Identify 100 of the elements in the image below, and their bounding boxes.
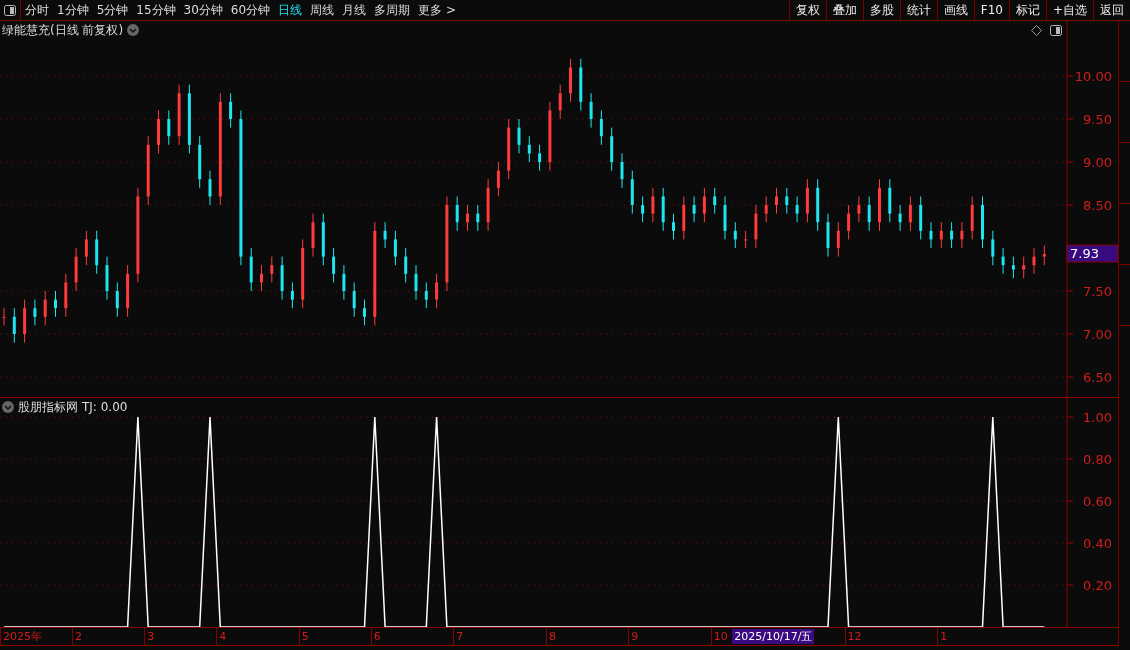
period-tab[interactable]: 月线 bbox=[338, 0, 371, 20]
candlestick bbox=[847, 204, 851, 240]
period-tab[interactable]: 日线 bbox=[274, 0, 307, 20]
axis-label: 9.00 bbox=[1083, 155, 1112, 170]
candlestick bbox=[795, 195, 799, 223]
date-label: 9 bbox=[628, 628, 639, 645]
candlestick bbox=[857, 195, 861, 223]
toolbar-button[interactable]: 复权 bbox=[788, 0, 826, 20]
candlestick bbox=[260, 264, 263, 292]
candlestick bbox=[1032, 247, 1036, 275]
axis-label: 0.60 bbox=[1083, 494, 1112, 509]
candlestick bbox=[950, 221, 954, 249]
candlestick bbox=[939, 221, 943, 249]
candlestick bbox=[12, 307, 16, 344]
candlestick bbox=[393, 230, 397, 266]
date-label: 1 bbox=[937, 628, 948, 645]
chevron-down-icon[interactable] bbox=[2, 401, 14, 413]
candlestick bbox=[1001, 247, 1005, 275]
panel-toggle-icon[interactable] bbox=[1050, 25, 1062, 36]
date-label: 10 bbox=[710, 628, 728, 645]
candlestick bbox=[764, 195, 768, 223]
toolbar-button[interactable]: 标记 bbox=[1008, 0, 1046, 20]
date-label: 4 bbox=[216, 628, 227, 645]
candlestick bbox=[270, 256, 274, 283]
candlestick bbox=[713, 187, 717, 215]
period-tab[interactable]: 更多 > bbox=[414, 0, 460, 20]
date-label: 8 bbox=[545, 628, 556, 645]
period-tab[interactable]: 30分钟 bbox=[179, 0, 227, 20]
period-tab[interactable]: 分时 bbox=[21, 0, 53, 20]
candlestick bbox=[641, 195, 645, 223]
candlestick bbox=[414, 264, 418, 301]
candlestick bbox=[1042, 244, 1046, 266]
candlestick bbox=[229, 92, 233, 129]
candlestick bbox=[558, 84, 562, 120]
candlestick bbox=[527, 135, 531, 163]
period-tab[interactable]: 1分钟 bbox=[53, 0, 93, 20]
period-tab[interactable]: 15分钟 bbox=[132, 0, 180, 20]
date-label: 2025年 bbox=[0, 628, 42, 645]
axis-label: 8.50 bbox=[1083, 198, 1112, 213]
period-tab[interactable]: 周线 bbox=[306, 0, 339, 20]
axis-label: 6.50 bbox=[1083, 370, 1112, 385]
candlestick bbox=[352, 281, 356, 318]
date-label: 6 bbox=[370, 628, 381, 645]
candlestick bbox=[84, 230, 88, 266]
candlestick bbox=[33, 299, 37, 326]
toolbar-button[interactable]: 画线 bbox=[936, 0, 974, 20]
cursor-date: 2025/10/17/五 bbox=[732, 629, 815, 644]
toolbar-button[interactable]: F10 bbox=[973, 0, 1009, 20]
diamond-icon[interactable] bbox=[1031, 25, 1042, 36]
candlestick bbox=[167, 109, 171, 146]
axis-label: 9.50 bbox=[1083, 112, 1112, 128]
toolbar-button[interactable]: +自选 bbox=[1045, 0, 1093, 20]
candlestick bbox=[867, 195, 871, 232]
candlestick bbox=[1022, 256, 1026, 279]
candlestick bbox=[538, 144, 542, 172]
candlestick bbox=[455, 195, 459, 232]
chart-title: 绿能慧充(日线 前复权) bbox=[2, 21, 124, 39]
candlestick bbox=[496, 161, 500, 197]
indicator-title: 股朋指标网 bbox=[18, 398, 78, 416]
axis-label: 0.40 bbox=[1083, 536, 1112, 551]
candlestick bbox=[620, 152, 624, 189]
candlestick bbox=[115, 281, 119, 318]
candlestick bbox=[960, 221, 964, 249]
toolbar-button[interactable]: 返回 bbox=[1093, 0, 1130, 20]
candlestick bbox=[672, 213, 675, 240]
candlestick bbox=[908, 195, 912, 232]
panel-toggle-icon[interactable] bbox=[4, 4, 16, 16]
candlestick bbox=[466, 204, 469, 232]
toolbar-button[interactable]: 统计 bbox=[899, 0, 937, 20]
candlestick bbox=[599, 109, 603, 146]
candlestick bbox=[733, 221, 737, 249]
axis-label: 1.00 bbox=[1083, 410, 1112, 425]
candlestick bbox=[785, 187, 789, 215]
candlestick bbox=[2, 307, 6, 326]
date-label: 12 bbox=[844, 628, 862, 645]
candlestick bbox=[208, 170, 212, 206]
candlestick bbox=[1011, 256, 1015, 279]
candlestick bbox=[332, 247, 336, 283]
candlestick bbox=[929, 221, 933, 249]
axis-label: 7.50 bbox=[1083, 284, 1112, 299]
price-tag: 7.93 bbox=[1066, 244, 1118, 263]
period-tab[interactable]: 60分钟 bbox=[226, 0, 275, 20]
candlestick bbox=[476, 204, 480, 232]
candlestick bbox=[702, 187, 706, 223]
axis-label: 0.80 bbox=[1083, 452, 1112, 467]
toolbar-button[interactable]: 多股 bbox=[862, 0, 900, 20]
candlestick bbox=[898, 204, 902, 232]
date-label: 3 bbox=[144, 628, 155, 645]
toolbar-button[interactable]: 叠加 bbox=[825, 0, 863, 20]
candlestick bbox=[435, 273, 439, 309]
indicator-reading: TJ: 0.00 bbox=[82, 400, 128, 414]
candlestick bbox=[517, 118, 521, 154]
candlestick bbox=[383, 221, 387, 249]
date-label: 7 bbox=[453, 628, 464, 645]
chevron-down-icon[interactable] bbox=[127, 24, 140, 36]
period-tab[interactable]: 5分钟 bbox=[92, 0, 133, 20]
axis-label: 7.00 bbox=[1083, 327, 1112, 342]
period-tab[interactable]: 多周期 bbox=[370, 0, 415, 20]
axis-label: 0.20 bbox=[1083, 578, 1112, 593]
candlestick bbox=[589, 92, 593, 129]
